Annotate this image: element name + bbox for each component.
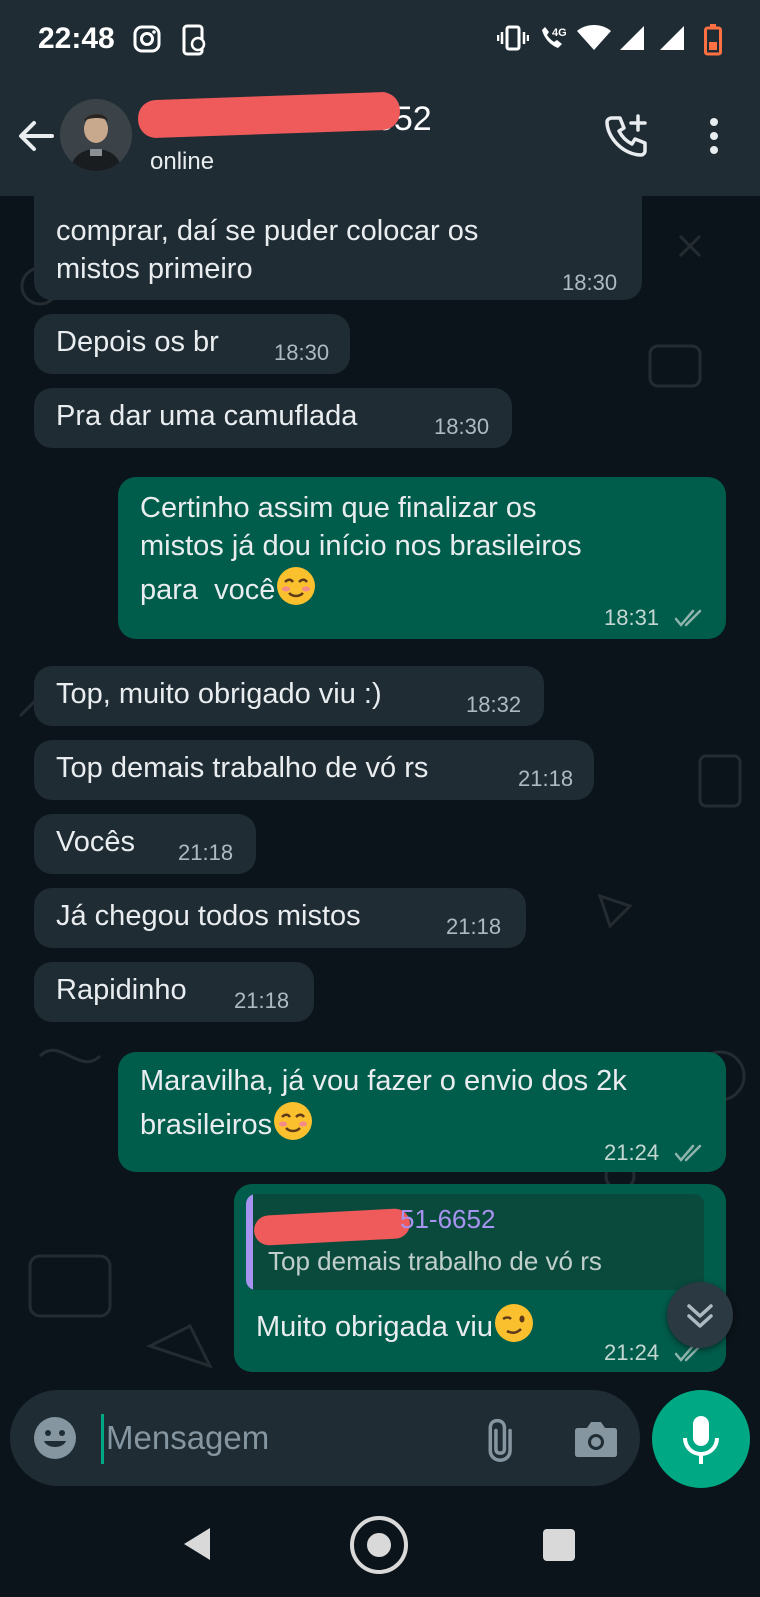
scroll-to-bottom-button[interactable]	[667, 1282, 733, 1348]
nav-recent-apps-icon[interactable]	[543, 1529, 575, 1561]
winking-emoji-icon	[494, 1304, 533, 1342]
nav-home-button[interactable]	[350, 1516, 408, 1574]
battery-low-icon	[704, 24, 722, 56]
message-text: Certinho assim que finalizar os mistos j…	[140, 489, 582, 609]
message-text: Top, muito obrigado viu :)	[56, 678, 382, 710]
message-input[interactable]	[106, 1410, 426, 1466]
phone-link-icon	[182, 24, 206, 56]
message-text: Top demais trabalho de vó rs	[56, 752, 429, 784]
more-options-icon[interactable]	[700, 116, 728, 156]
status-time: 22:48	[38, 22, 115, 55]
message-bubble-outgoing[interactable]: 51-6652 Top demais trabalho de vó rs Mui…	[234, 1184, 726, 1372]
vibrate-icon	[497, 25, 529, 51]
message-bubble-incoming[interactable]: Vocês 21:18	[34, 814, 256, 874]
message-time: 18:32	[466, 692, 522, 717]
message-text-content: Maravilha, já vou fazer o envio dos 2k b…	[140, 1065, 627, 1141]
message-bubble-incoming[interactable]: Top demais trabalho de vó rs 21:18	[34, 740, 594, 800]
double-check-read-icon	[674, 609, 702, 627]
double-chevron-down-icon	[687, 1304, 713, 1328]
signal-icon	[660, 26, 684, 50]
redaction-mark	[253, 1207, 411, 1247]
nav-home-icon	[367, 1533, 391, 1557]
message-bubble-incoming[interactable]: Pra dar uma camuflada 18:30	[34, 388, 512, 448]
message-text: comprar, daí se puder colocar os mistos …	[56, 215, 479, 285]
contact-status: online	[150, 148, 215, 175]
message-time: 18:30	[274, 340, 330, 365]
compose-bar	[10, 1390, 640, 1486]
smiling-blush-emoji-icon	[274, 1102, 313, 1140]
avatar-person-icon	[60, 99, 132, 171]
message-time: 21:18	[518, 766, 574, 791]
message-time: 18:30	[434, 414, 490, 439]
microphone-icon	[683, 1416, 719, 1464]
text-caret	[101, 1414, 104, 1464]
voice-message-button[interactable]	[652, 1390, 750, 1488]
signal-icon	[620, 26, 644, 50]
message-text-content: Certinho assim que finalizar os mistos j…	[140, 492, 582, 606]
message-bubble-outgoing[interactable]: Maravilha, já vou fazer o envio dos 2k b…	[118, 1052, 726, 1172]
quoted-message[interactable]: 51-6652 Top demais trabalho de vó rs	[246, 1194, 704, 1290]
message-text: Pra dar uma camuflada	[56, 400, 358, 432]
system-nav-bar	[0, 1488, 760, 1597]
avatar[interactable]	[60, 99, 132, 171]
message-text: Muito obrigada viu	[256, 1302, 535, 1346]
paperclip-icon[interactable]	[480, 1416, 526, 1462]
message-text-content: Muito obrigada viu	[256, 1311, 493, 1343]
message-time: 21:24	[604, 1340, 660, 1365]
add-call-icon[interactable]	[604, 112, 650, 158]
smiling-blush-emoji-icon	[277, 567, 316, 605]
instagram-icon	[133, 25, 161, 53]
message-bubble-outgoing[interactable]: Certinho assim que finalizar os mistos j…	[118, 477, 726, 639]
quote-text: Top demais trabalho de vó rs	[268, 1246, 602, 1276]
message-bubble-incoming[interactable]: Depois os br 18:30	[34, 314, 350, 374]
camera-icon[interactable]	[572, 1416, 620, 1462]
message-time: 21:18	[178, 840, 234, 865]
message-time: 18:31	[604, 605, 660, 630]
wifi-icon	[577, 25, 611, 50]
message-time: 21:24	[604, 1140, 660, 1165]
double-check-read-icon	[674, 1144, 702, 1162]
message-bubble-incoming[interactable]: comprar, daí se puder colocar os mistos …	[34, 196, 642, 300]
nav-back-icon[interactable]	[180, 1524, 214, 1564]
svg-text:4G: 4G	[552, 27, 567, 39]
message-time: 18:30	[562, 270, 618, 295]
message-text: Depois os br	[56, 326, 219, 358]
chat-area[interactable]: comprar, daí se puder colocar os mistos …	[0, 196, 760, 1378]
chat-header: 6652 online	[0, 82, 760, 196]
quote-accent-bar	[246, 1194, 253, 1290]
back-arrow-icon[interactable]	[14, 114, 58, 158]
message-text: Já chegou todos mistos	[56, 900, 361, 932]
message-time: 21:18	[234, 988, 290, 1013]
4g-call-icon: 4G	[542, 27, 567, 48]
quote-author: 51-6652	[400, 1204, 496, 1234]
message-bubble-incoming[interactable]: Já chegou todos mistos 21:18	[34, 888, 526, 948]
message-text: Maravilha, já vou fazer o envio dos 2k b…	[140, 1062, 627, 1144]
message-text: Rapidinho	[56, 974, 187, 1006]
message-bubble-incoming[interactable]: Top, muito obrigado viu :) 18:32	[34, 666, 544, 726]
status-bar: 22:48 4G	[0, 0, 760, 82]
emoji-icon[interactable]	[32, 1415, 78, 1461]
message-bubble-incoming[interactable]: Rapidinho 21:18	[34, 962, 314, 1022]
message-text: Vocês	[56, 826, 135, 858]
message-time: 21:18	[446, 914, 502, 939]
